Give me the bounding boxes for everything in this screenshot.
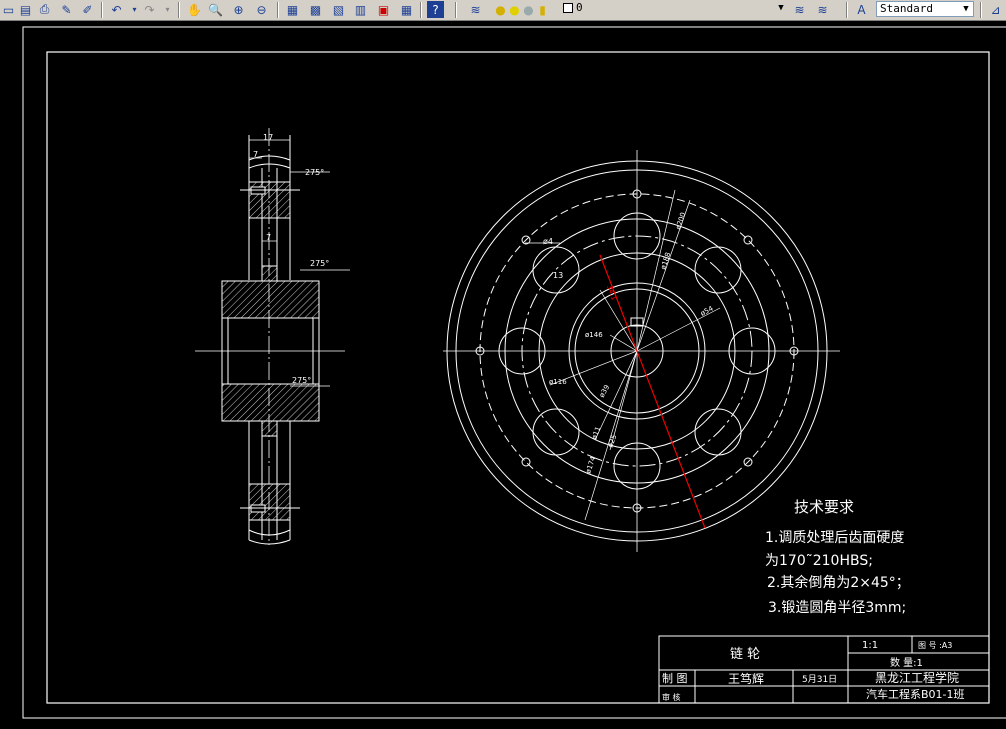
class-name: 汽车工程系B01-1班 <box>866 687 965 701</box>
layer-value: 0 <box>576 1 583 14</box>
dim-phi188: ø188 <box>659 251 672 270</box>
drawer-name: 王笃辉 <box>728 672 764 686</box>
undo-icon[interactable]: ↶ <box>108 1 125 18</box>
reviewer-label: 审 核 <box>662 692 681 702</box>
chevron-down-icon[interactable]: ▼ <box>959 2 973 16</box>
properties-icon[interactable]: ▦ <box>284 1 301 18</box>
zoom-previous-icon[interactable]: ⊖ <box>253 1 270 18</box>
roughness-label-2: 275° <box>310 259 329 268</box>
text-style-dropdown[interactable]: Standard ▼ <box>876 1 974 17</box>
calculator-icon[interactable]: ▦ <box>398 1 415 18</box>
toolbar-separator <box>420 2 422 18</box>
design-center-icon[interactable]: ▩ <box>307 1 324 18</box>
layer-dropdown[interactable]: 0 ▼ <box>560 1 788 17</box>
help-icon[interactable]: ? <box>427 1 444 18</box>
roughness-label-3: 275° <box>292 376 311 385</box>
dim-phi116: ø116 <box>549 378 567 386</box>
dim-phi11: ø11 <box>590 426 602 441</box>
redo-icon[interactable]: ↷ <box>141 1 158 18</box>
tech-req-line1: 1.调质处理后齿面硬度 <box>765 530 904 546</box>
dim-phi146: ø146 <box>585 331 603 339</box>
toolbar-separator <box>455 2 457 18</box>
toolbar-separator <box>980 2 982 18</box>
chevron-down-icon[interactable]: ▼ <box>774 1 788 15</box>
drawing-date: 5月31日 <box>802 674 837 685</box>
open-icon[interactable]: ▭ <box>0 1 17 18</box>
redo-dropdown-icon[interactable]: ▾ <box>159 1 176 18</box>
toolbar-separator <box>178 2 180 18</box>
toolbar-separator <box>846 2 848 18</box>
lock-icon[interactable]: ▮ <box>534 1 551 18</box>
toolbar-separator <box>277 2 279 18</box>
dim-13: 13 <box>553 271 563 280</box>
match-properties-icon[interactable]: ✐ <box>79 1 96 18</box>
layer-state-icon[interactable]: ≋ <box>791 1 808 18</box>
tool-palettes-icon[interactable]: ▧ <box>330 1 347 18</box>
main-toolbar: ▭ ▤ ⎙ ✎ ✐ ↶ ▾ ↷ ▾ ✋ 🔍 ⊕ ⊖ ▦ ▩ ▧ ▥ ▣ ▦ ? … <box>0 0 1006 21</box>
tech-req-line4: 3.锻造圆角半径3mm; <box>768 600 906 616</box>
drawn-by-label: 制 图 <box>662 672 688 685</box>
text-style-icon[interactable]: A <box>853 1 870 18</box>
markup-icon[interactable]: ▣ <box>375 1 392 18</box>
tech-req-line2: 为170˜210HBS; <box>765 553 873 569</box>
roughness-label-1: 275° <box>305 168 324 177</box>
toolbar-separator <box>101 2 103 18</box>
part-name: 链 轮 <box>730 647 760 662</box>
school-name: 黑龙江工程学院 <box>875 670 959 685</box>
dim-phi4: ø4 <box>543 237 553 246</box>
zoom-realtime-icon[interactable]: 🔍 <box>207 1 224 18</box>
dim-width: 17 <box>263 133 273 142</box>
print-icon[interactable]: ⎙ <box>36 1 53 18</box>
dim-7-mid: 7 <box>266 233 271 242</box>
side-view <box>195 128 350 545</box>
text-style-value: Standard <box>880 2 933 15</box>
tech-req-line3: 2.其余倒角为2×45°； <box>767 574 910 591</box>
front-view <box>443 150 840 552</box>
quantity: 数 量:1 <box>890 656 923 669</box>
dim-phi39: ø39 <box>598 384 612 399</box>
layer-color-swatch <box>563 3 573 13</box>
scale: 1:1 <box>862 640 878 651</box>
dim-7-top: 7 <box>253 150 258 159</box>
pan-icon[interactable]: ✋ <box>186 1 203 18</box>
dim-phi174: ø174 <box>584 455 597 475</box>
sheet-set-icon[interactable]: ▥ <box>352 1 369 18</box>
save-icon[interactable]: ▤ <box>17 1 34 18</box>
drawing-number-label: 图 号 :A3 <box>918 641 952 650</box>
zoom-window-icon[interactable]: ⊕ <box>230 1 247 18</box>
drawing-canvas[interactable]: 17 7 7 275° 275° 275° ø4 13 ø146 ø116 ø3… <box>0 21 1006 729</box>
tech-req-title: 技术要求 <box>794 498 854 516</box>
dim-phi54: ø54 <box>699 304 715 318</box>
layer-previous-icon[interactable]: ≋ <box>814 1 831 18</box>
layer-manager-icon[interactable]: ≋ <box>467 1 484 18</box>
cut-icon[interactable]: ✎ <box>58 1 75 18</box>
dimension-style-icon[interactable]: ⊿ <box>987 1 1004 18</box>
